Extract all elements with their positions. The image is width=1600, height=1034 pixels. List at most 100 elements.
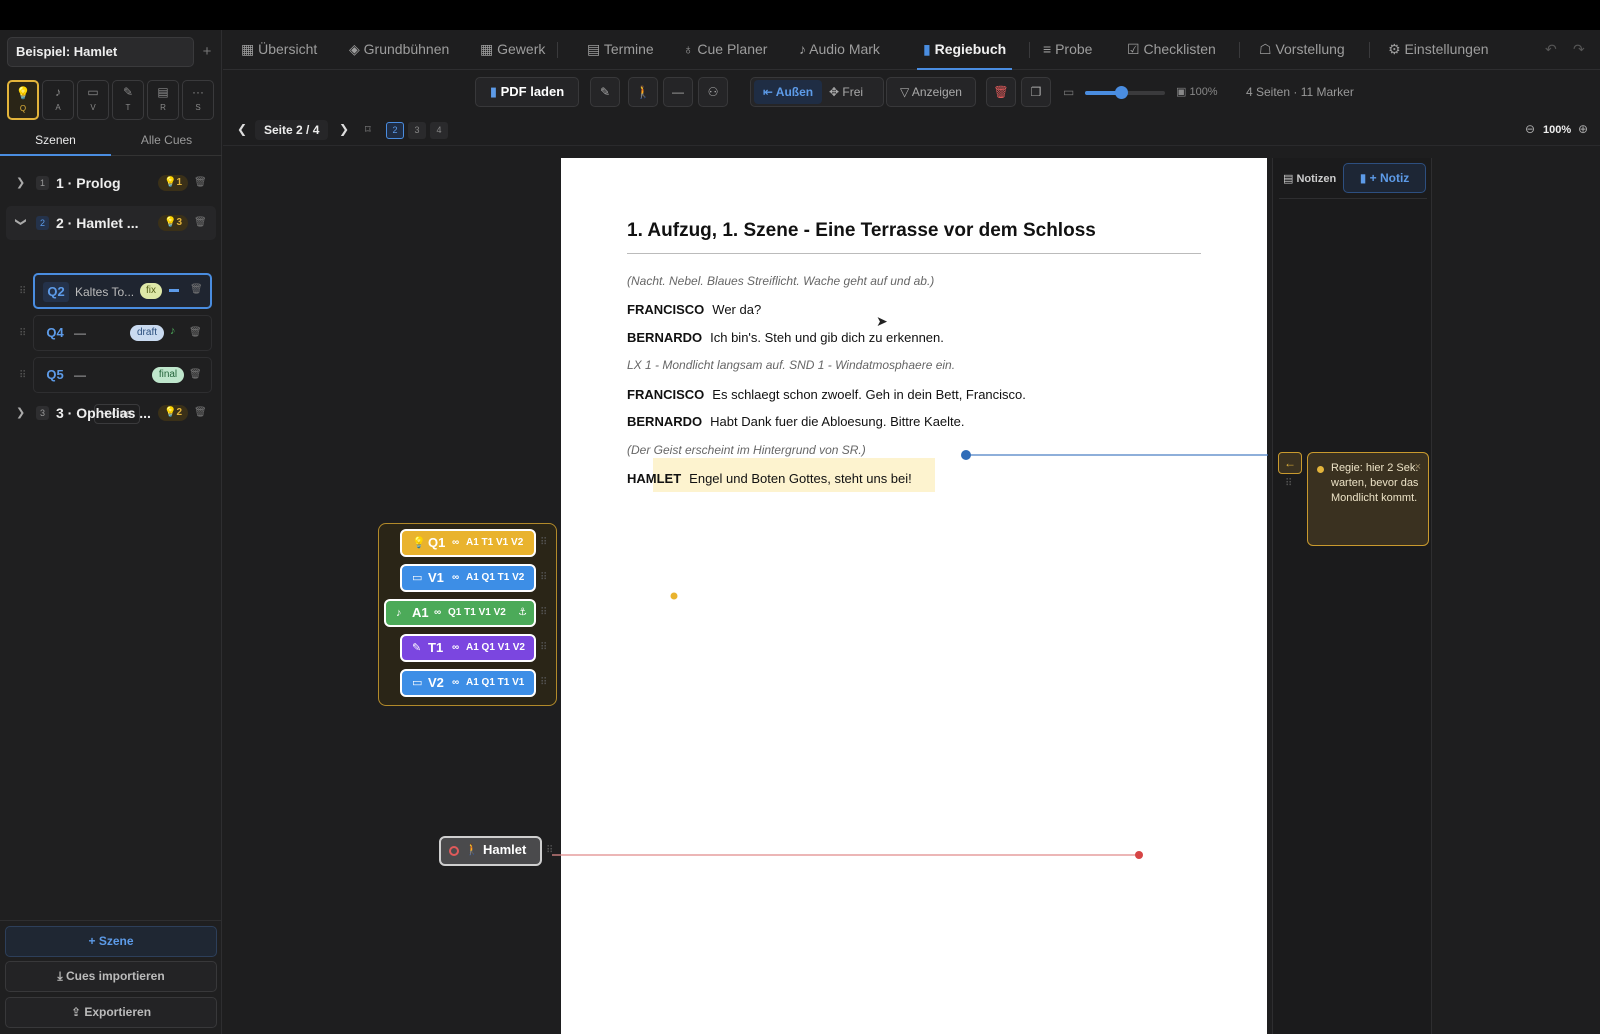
drag-handle-icon[interactable]: ⠿ — [19, 286, 26, 297]
show-filter-button[interactable]: ▽ Anzeigen — [886, 77, 976, 107]
trash-icon[interactable]: 🗑 — [194, 396, 207, 430]
import-cues-button[interactable]: ⤓ Cues importieren — [5, 961, 217, 992]
cue-row[interactable]: Q4 — draft ♪ 🗑 — [33, 315, 212, 351]
line-tool-button[interactable]: — — [663, 77, 693, 107]
tab-label: Probe — [1055, 41, 1093, 57]
zoom-slider-knob[interactable] — [1115, 86, 1128, 99]
redo-icon[interactable]: ↷ — [1573, 30, 1585, 70]
scene-row[interactable]: ❯ 1 1 · Prolog 💡1 🗑 — [6, 166, 216, 200]
next-page-icon[interactable]: ❯ — [339, 122, 349, 136]
cue-row[interactable]: Q2 Kaltes To... fix ▬ 🗑 — [33, 273, 212, 309]
cue-pill-q1[interactable]: 💡 Q1 ∞ A1 T1 V1 V2 — [400, 529, 536, 557]
drag-handle-icon[interactable]: ⠿ — [540, 537, 547, 548]
tab-scenes[interactable]: Szenen — [0, 128, 111, 156]
tool-icon: ✎ — [122, 85, 134, 99]
free-button[interactable]: ✥ Frei — [829, 78, 863, 106]
scene-row[interactable]: ❯ 2 2 · Hamlet ... 💡3 🗑 — [6, 206, 216, 240]
tab-stages[interactable]: ◈ Grundbühnen — [349, 30, 449, 70]
prev-page-icon[interactable]: ❮ — [237, 122, 247, 136]
drag-handle-icon[interactable]: ⠿ — [540, 607, 547, 618]
add-project-button[interactable]: + — [197, 37, 217, 67]
tab-dates[interactable]: ▤ Termine — [587, 30, 654, 70]
script-page[interactable]: 1. Aufzug, 1. Szene - Eine Terrasse vor … — [561, 158, 1267, 1034]
dept-audio-tab[interactable]: ♪ A — [42, 80, 74, 120]
add-scene-button[interactable]: + Szene — [5, 926, 217, 957]
drag-handle-icon[interactable]: ⠿ — [540, 572, 547, 583]
tab-settings[interactable]: ⚙ Einstellungen — [1388, 30, 1489, 70]
page-thumb[interactable]: 4 — [430, 122, 448, 139]
note-icon: ♪ — [396, 607, 402, 619]
dept-tech-tab[interactable]: ✎ T — [112, 80, 144, 120]
outside-button[interactable]: ⇤ Außen — [754, 80, 822, 104]
chevron-down-icon[interactable]: ❯ — [4, 217, 38, 226]
collapse-arrow-icon[interactable]: ← — [1278, 452, 1302, 474]
dept-light-tab[interactable]: 💡 Q — [7, 80, 39, 120]
drag-handle-icon[interactable]: ⠿ — [546, 845, 553, 856]
actor-tool-button[interactable]: 🚶 — [628, 77, 658, 107]
zoom-out-icon[interactable]: ⊖ — [1525, 122, 1535, 136]
tab-performance[interactable]: ☖ Vorstellung — [1259, 30, 1345, 70]
stage-direction: (Der Geist erscheint im Hintergrund von … — [627, 443, 866, 457]
cue-count: 1 — [176, 177, 182, 188]
undo-icon[interactable]: ↶ — [1545, 30, 1557, 70]
tab-departments[interactable]: ▦ Gewerk — [480, 30, 545, 70]
add-note-button[interactable]: ▮ + Notiz — [1343, 163, 1426, 193]
drag-handle-icon[interactable]: ⠿ — [19, 370, 26, 381]
drag-handle-icon[interactable]: ⠿ — [540, 642, 547, 653]
dept-more-tab[interactable]: ··· S — [182, 80, 214, 120]
status-badge: final — [152, 367, 184, 383]
actor-marker[interactable]: 🚶 Hamlet — [439, 836, 542, 866]
trash-icon[interactable]: 🗑 — [189, 327, 202, 338]
page-thumb[interactable]: 3 — [408, 122, 426, 139]
cue-name: Kaltes To... — [75, 285, 135, 299]
dept-video-tab[interactable]: ▭ V — [77, 80, 109, 120]
export-button[interactable]: ⇪ Exportieren — [5, 997, 217, 1028]
dept-letter: S — [195, 103, 201, 112]
trash-icon[interactable]: 🗑 — [189, 369, 202, 380]
zoom-in-icon[interactable]: ⊕ — [1578, 122, 1588, 136]
page-thumb[interactable]: 2 — [386, 122, 404, 139]
drag-handle-icon[interactable]: ⠿ — [1285, 478, 1292, 489]
tab-cue-planner[interactable]: ♁ Cue Planer — [683, 30, 767, 70]
cue-pill-v2[interactable]: ▭ V2 ∞ A1 Q1 T1 V1 — [400, 669, 536, 697]
load-pdf-button[interactable]: ▮ PDF laden — [475, 77, 579, 107]
tab-rehearsal[interactable]: ≡ Probe — [1043, 30, 1092, 70]
note-card[interactable]: × Regie: hier 2 Sek. warten, bevor das M… — [1307, 452, 1429, 546]
cue-name: — — [74, 326, 86, 340]
cue-pill-v1[interactable]: ▭ V1 ∞ A1 Q1 T1 V2 — [400, 564, 536, 592]
tab-audio-mark[interactable]: ♪ Audio Mark — [799, 30, 880, 70]
cue-id: A1 — [412, 605, 429, 620]
drag-handle-icon[interactable]: ⠿ — [540, 677, 547, 688]
drag-handle-icon[interactable]: ⠿ — [19, 328, 26, 339]
cue-row[interactable]: Q5 — final 🗑 — [33, 357, 212, 393]
pen-tool-button[interactable]: ✎ — [590, 77, 620, 107]
close-icon[interactable]: × — [1415, 460, 1421, 475]
delete-button[interactable]: 🗑 — [986, 77, 1016, 107]
status-badge: draft — [130, 325, 164, 341]
tab-label: Einstellungen — [1404, 41, 1489, 57]
cue-pill-a1[interactable]: ♪ A1 ∞ Q1 T1 V1 V2 ⚓ — [384, 599, 536, 627]
cue-id: Q4 — [46, 325, 64, 340]
chevron-right-icon[interactable]: ❯ — [16, 166, 25, 200]
trash-icon[interactable]: 🗑 — [190, 284, 203, 295]
bookmark-icon[interactable]: ⌑ — [365, 123, 371, 136]
scene-row[interactable]: ❯ 3 3 · Ophelias ... 💡2 🗑 — [6, 396, 216, 430]
file-icon: ▮ — [1359, 171, 1370, 185]
tab-checklists[interactable]: ☑ Checklisten — [1127, 30, 1216, 70]
project-selector[interactable]: Beispiel: Hamlet — [7, 37, 194, 67]
cue-pill-t1[interactable]: ✎ T1 ∞ A1 Q1 V1 V2 — [400, 634, 536, 662]
tab-all-cues[interactable]: Alle Cues — [111, 128, 222, 156]
tab-director-book[interactable]: ▮ Regiebuch — [917, 30, 1013, 70]
dept-requisite-tab[interactable]: ▤ R — [147, 80, 179, 120]
cue-id: V1 — [428, 570, 444, 585]
chevron-right-icon[interactable]: ❯ — [16, 396, 25, 430]
trash-icon[interactable]: 🗑 — [194, 206, 207, 240]
zoom-slider[interactable] — [1085, 86, 1165, 99]
divider — [0, 920, 222, 921]
trash-icon[interactable]: 🗑 — [194, 166, 207, 200]
group-tool-button[interactable]: ⚇ — [698, 77, 728, 107]
tab-overview[interactable]: ▦ Übersicht — [241, 30, 317, 70]
bulb-icon: 💡 — [412, 537, 426, 549]
copy-button[interactable]: ❐ — [1021, 77, 1051, 107]
tab-label: Gewerk — [497, 41, 546, 57]
